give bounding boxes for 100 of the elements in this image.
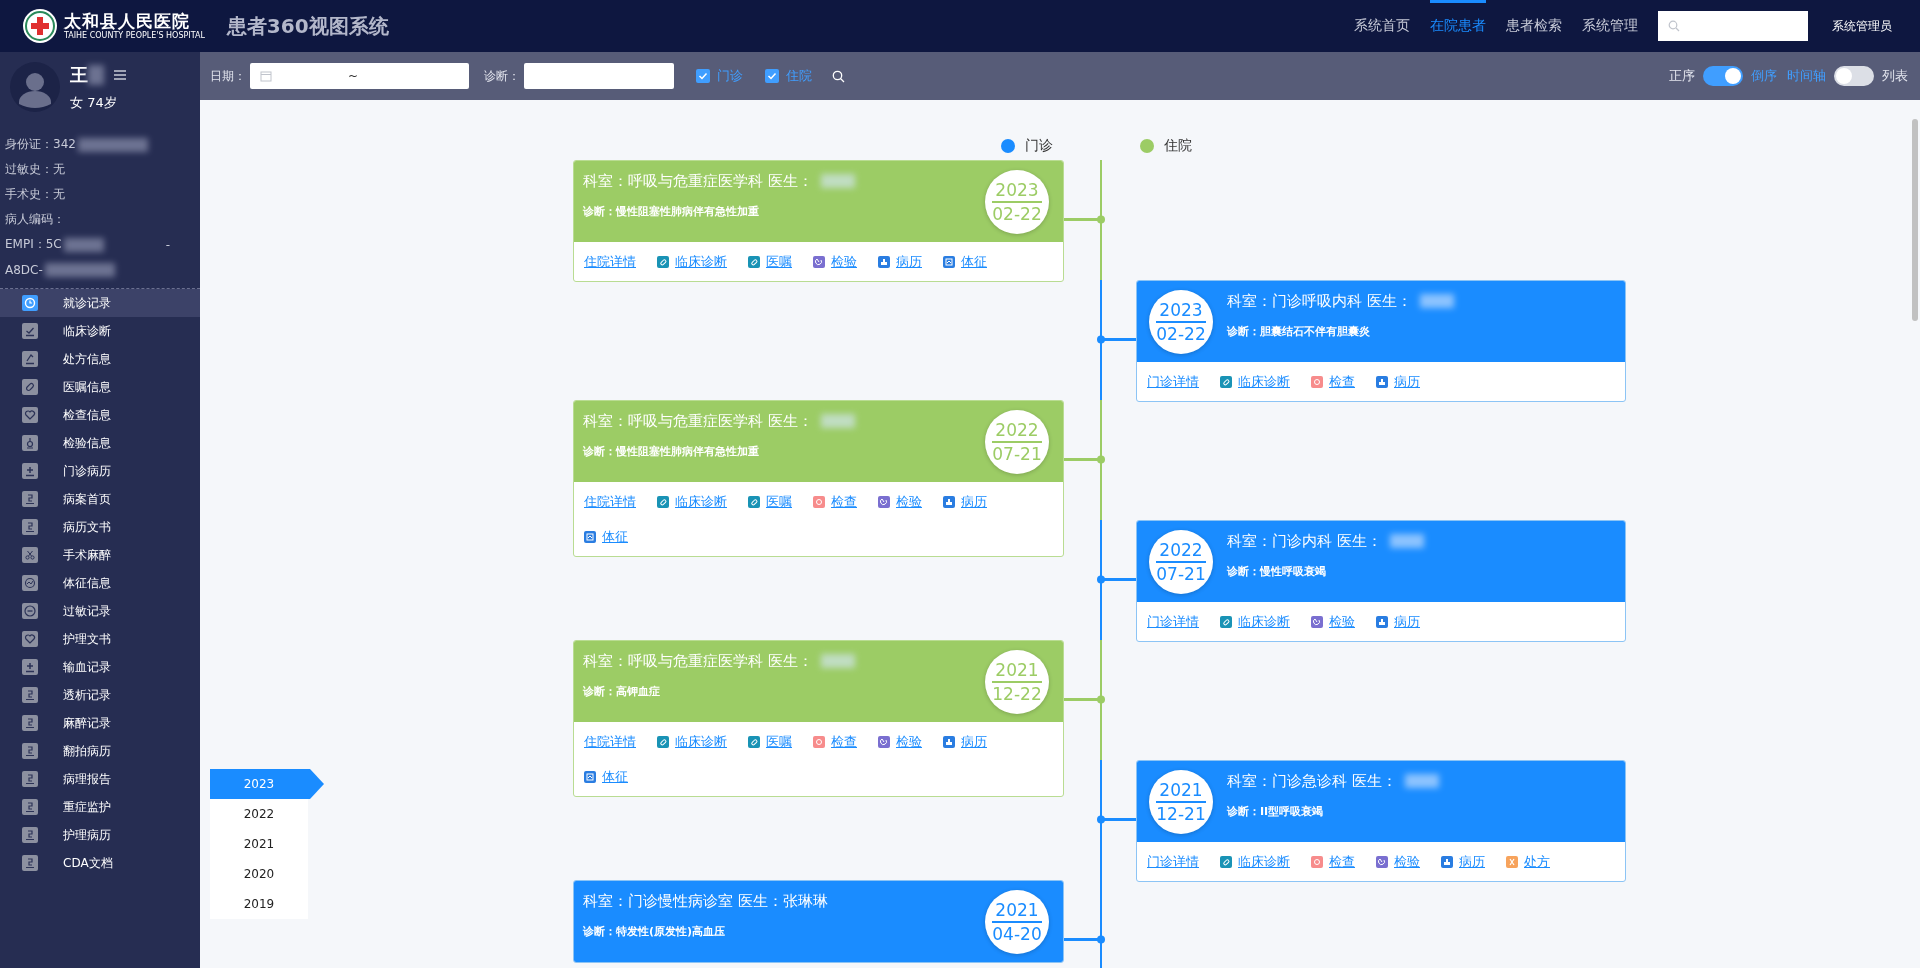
record-link[interactable]: 门诊详情	[1147, 364, 1199, 399]
vitals-icon	[943, 255, 955, 268]
record-link[interactable]: 检查	[1311, 844, 1355, 879]
toggle-switch[interactable]	[1703, 66, 1743, 86]
sidebar-item[interactable]: 临床诊断	[0, 317, 200, 345]
record-link[interactable]: 住院详情	[584, 724, 636, 759]
record-link[interactable]: 处方	[1506, 844, 1550, 879]
toggle-label: 列表	[1882, 67, 1908, 85]
sidebar-item[interactable]: 麻醉记录	[0, 709, 200, 737]
record-link[interactable]: 检验	[878, 484, 922, 519]
record-link[interactable]: 病历	[878, 244, 922, 279]
record-link[interactable]: 临床诊断	[657, 724, 727, 759]
checkbox-icon[interactable]	[765, 69, 779, 83]
sidebar-item[interactable]: 护理文书	[0, 625, 200, 653]
record-link[interactable]: 病历	[943, 484, 987, 519]
record-link[interactable]: 住院详情	[584, 484, 636, 519]
patient-info: EMPI：5C	[5, 236, 62, 253]
sidebar-item[interactable]: 手术麻醉	[0, 541, 200, 569]
document-icon	[22, 771, 38, 787]
year-tab[interactable]: 2019	[210, 889, 308, 919]
hospital-logo-icon	[22, 8, 58, 44]
record-link[interactable]: 检查	[1311, 364, 1355, 399]
record-link[interactable]: 检验	[1376, 844, 1420, 879]
nav-tab[interactable]: 患者检索	[1506, 0, 1562, 52]
toggle-switch[interactable]	[1834, 66, 1874, 86]
document-icon	[22, 743, 38, 759]
record-link[interactable]: 病历	[1376, 364, 1420, 399]
record-link[interactable]: 住院详情	[584, 244, 636, 279]
hospital-subtitle: TAIHE COUNTY PEOPLE'S HOSPITAL	[64, 31, 205, 41]
sidebar-item[interactable]: 检查信息	[0, 401, 200, 429]
pill-icon	[22, 379, 38, 395]
record-link[interactable]: 临床诊断	[1220, 604, 1290, 639]
toggle-label: 正序	[1669, 67, 1695, 85]
search-icon	[1668, 20, 1680, 32]
exam-icon	[813, 735, 825, 748]
diagnosis-icon	[1220, 615, 1232, 628]
sidebar-item[interactable]: 处方信息	[0, 345, 200, 373]
diagnosis-text: 诊断：慢性阻塞性肺病伴有急性加重	[583, 444, 760, 459]
document-icon	[22, 687, 38, 703]
filter-checkbox[interactable]: 住院	[765, 67, 812, 85]
search-icon[interactable]	[832, 69, 845, 83]
checkbox-icon[interactable]	[696, 69, 710, 83]
year-tab[interactable]: 2021	[210, 829, 308, 859]
year-tab[interactable]: 2022	[210, 799, 308, 829]
record-link[interactable]: 临床诊断	[657, 484, 727, 519]
scrollbar-thumb[interactable]	[1912, 119, 1918, 321]
record-link[interactable]: 检验	[878, 724, 922, 759]
search-field[interactable]	[1658, 11, 1808, 41]
nav-tab[interactable]: 系统首页	[1354, 0, 1410, 52]
record-link[interactable]: 检验	[813, 244, 857, 279]
sidebar-item[interactable]: 透析记录	[0, 681, 200, 709]
date-range-field[interactable]: ~	[250, 63, 469, 89]
record-link[interactable]: 医嘱	[748, 484, 792, 519]
sidebar-item[interactable]: 病历文书	[0, 513, 200, 541]
record-link[interactable]: 门诊详情	[1147, 844, 1199, 879]
record-link[interactable]: 病历	[1441, 844, 1485, 879]
record-link[interactable]: 医嘱	[748, 724, 792, 759]
sidebar-item[interactable]: 护理病历	[0, 821, 200, 849]
record-link[interactable]: 医嘱	[748, 244, 792, 279]
sidebar-item[interactable]: 医嘱信息	[0, 373, 200, 401]
menu-icon[interactable]	[114, 70, 126, 80]
sidebar-item[interactable]: 病理报告	[0, 765, 200, 793]
sidebar-item[interactable]: 检验信息	[0, 429, 200, 457]
record-link[interactable]: 体征	[943, 244, 987, 279]
department-doctor: 科室：门诊慢性病诊室 医生：张琳琳	[583, 891, 828, 911]
record-link[interactable]: 体征	[584, 759, 628, 794]
year-tab[interactable]: 2020	[210, 859, 308, 889]
sidebar-item[interactable]: 重症监护	[0, 793, 200, 821]
record-link[interactable]: 临床诊断	[1220, 364, 1290, 399]
sidebar-item[interactable]: 就诊记录	[0, 289, 200, 317]
user-name[interactable]: 系统管理员	[1832, 17, 1892, 35]
sidebar-item[interactable]: 翻拍病历	[0, 737, 200, 765]
order-icon	[748, 495, 760, 508]
record-link[interactable]: 病历	[1376, 604, 1420, 639]
record-link[interactable]: 检查	[813, 724, 857, 759]
sidebar-item[interactable]: 门诊病历	[0, 457, 200, 485]
prescription-icon	[1506, 855, 1518, 868]
record-link[interactable]: 体征	[584, 519, 628, 554]
diagnosis-field[interactable]	[524, 63, 674, 89]
vitals-icon	[584, 770, 596, 783]
toggle-label: 倒序	[1751, 67, 1777, 85]
record-link[interactable]: 检查	[813, 484, 857, 519]
sidebar-item[interactable]: 病案首页	[0, 485, 200, 513]
nav-tab[interactable]: 系统管理	[1582, 0, 1638, 52]
sidebar-item[interactable]: 输血记录	[0, 653, 200, 681]
record-link[interactable]: 病历	[943, 724, 987, 759]
filter-checkbox[interactable]: 门诊	[696, 67, 743, 85]
department-doctor: 科室：门诊内科 医生：	[1227, 531, 1382, 551]
sidebar-item[interactable]: CDA文档	[0, 849, 200, 877]
lab-icon	[1376, 855, 1388, 868]
document-icon	[22, 491, 38, 507]
record-link[interactable]: 临床诊断	[1220, 844, 1290, 879]
sidebar-item[interactable]: 过敏记录	[0, 597, 200, 625]
department-doctor: 科室：呼吸与危重症医学科 医生：	[583, 651, 813, 671]
sidebar-item[interactable]: 体征信息	[0, 569, 200, 597]
record-link[interactable]: 检验	[1311, 604, 1355, 639]
record-link[interactable]: 临床诊断	[657, 244, 727, 279]
year-tab[interactable]: 2023	[210, 769, 324, 799]
exam-icon	[1311, 375, 1323, 388]
record-link[interactable]: 门诊详情	[1147, 604, 1199, 639]
